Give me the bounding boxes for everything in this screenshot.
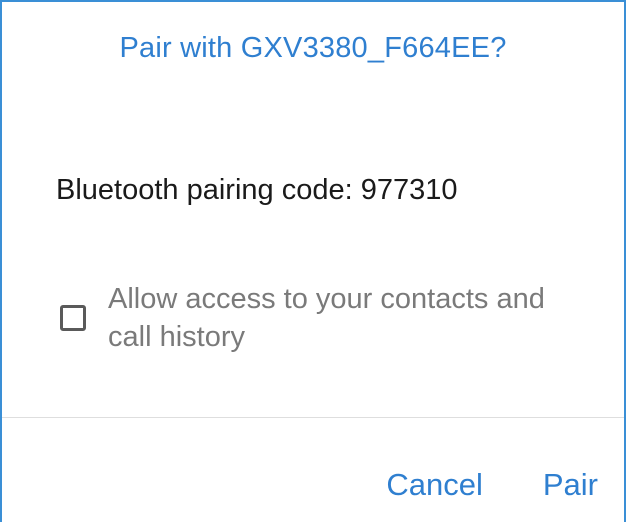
contacts-access-option[interactable]: Allow access to your contacts and call h… [60,280,588,356]
contacts-access-checkbox[interactable] [60,305,86,331]
dialog-title: Pair with GXV3380_F664EE? [119,32,507,64]
pairing-code-text: Bluetooth pairing code: 977310 [56,174,458,206]
bluetooth-pairing-dialog: Pair with GXV3380_F664EE? Bluetooth pair… [0,0,626,522]
cancel-button[interactable]: Cancel [386,467,483,503]
dialog-actions: Cancel Pair [386,467,598,503]
contacts-access-label: Allow access to your contacts and call h… [108,283,545,353]
dialog-divider [2,417,624,418]
pair-button[interactable]: Pair [543,467,598,503]
